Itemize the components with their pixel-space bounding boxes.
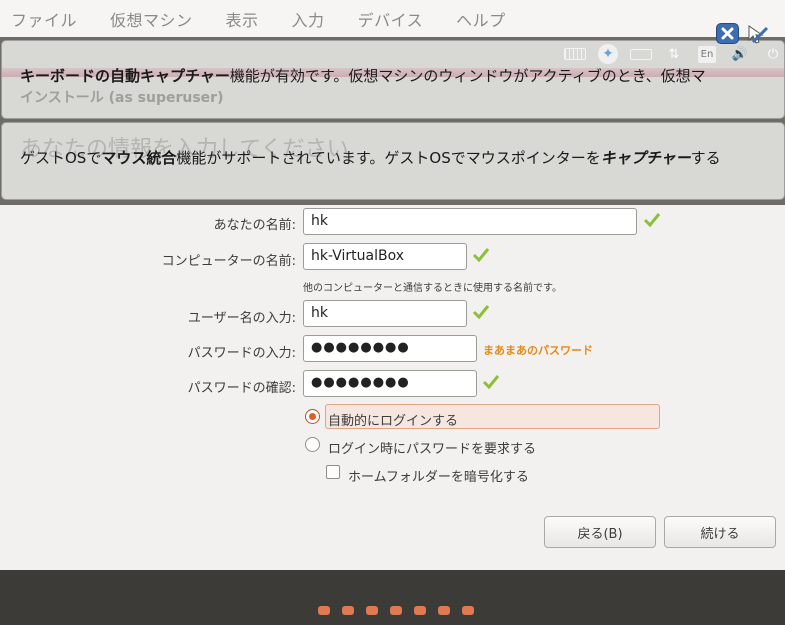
confirm-valid-check-icon (482, 375, 500, 390)
pointer-icon (748, 25, 769, 44)
continue-button[interactable]: 続ける (664, 516, 776, 548)
computer-name-hint: 他のコンピューターと通信するときに使用する名前です。 (303, 283, 562, 294)
progress-dot (390, 606, 402, 615)
installer-footer (0, 570, 785, 625)
username-valid-check-icon (472, 305, 490, 320)
computer-name-label: コンピューターの名前: (161, 254, 296, 269)
progress-dot (462, 606, 474, 615)
menu-machine[interactable]: 仮想マシン (110, 7, 193, 31)
menu-file[interactable]: ファイル (11, 7, 77, 31)
autologin-radio[interactable] (305, 409, 320, 424)
require-password-label[interactable]: ログイン時にパスワードを要求する (328, 438, 536, 457)
keyboard-icon[interactable] (564, 45, 586, 63)
system-tray: ✦ ⇅ En 🔊 ⏻ (553, 43, 784, 65)
battery-icon[interactable] (630, 45, 652, 63)
password-input[interactable]: ●●●●●●●● (303, 335, 477, 362)
require-password-radio[interactable] (305, 437, 320, 452)
pin-banner-button[interactable] (745, 22, 771, 46)
language-indicator[interactable]: En (696, 45, 718, 63)
confirm-password-label: パスワードの確認: (187, 381, 296, 396)
underlying-title: インストール (as superuser) (20, 90, 224, 106)
progress-dot (414, 606, 426, 615)
computer-name-valid-check-icon (472, 248, 490, 263)
vbox-menubar: ファイル 仮想マシン 表示 入力 デバイス ヘルプ (0, 0, 785, 37)
keyboard-capture-message: キーボードの自動キャプチャー機能が有効です。仮想マシンのウィンドウがアクティブの… (20, 67, 706, 85)
menu-input[interactable]: 入力 (292, 7, 325, 31)
network-icon[interactable]: ⇅ (663, 45, 685, 63)
menu-help[interactable]: ヘルプ (456, 7, 506, 31)
mouse-integration-message: ゲストOSでマウス統合機能がサポートされています。ゲストOSでマウスポインターを… (20, 149, 721, 167)
name-input[interactable]: hk (303, 208, 637, 235)
name-valid-check-icon (643, 213, 661, 228)
progress-dot (342, 606, 354, 615)
keyboard-capture-banner: ✦ ⇅ En 🔊 ⏻ インストール (as superuser) キーボードの自… (1, 40, 785, 119)
encrypt-home-checkbox[interactable] (326, 465, 340, 479)
menu-devices[interactable]: デバイス (358, 7, 424, 31)
username-label: ユーザー名の入力: (187, 311, 296, 326)
password-strength-indicator: まあまあのパスワード (483, 344, 593, 357)
progress-dot (438, 606, 450, 615)
step-progress (318, 606, 486, 615)
back-button[interactable]: 戻る(B) (544, 516, 656, 548)
mouse-integration-banner: あなたの情報を入力してください ゲストOSでマウス統合機能がサポートされています… (1, 122, 785, 200)
username-input[interactable]: hk (303, 300, 467, 327)
close-icon (721, 27, 734, 40)
progress-dot (366, 606, 378, 615)
encrypt-home-label[interactable]: ホームフォルダーを暗号化する (348, 466, 529, 485)
computer-name-input[interactable]: hk-VirtualBox (303, 243, 467, 270)
menu-view[interactable]: 表示 (226, 7, 259, 31)
autologin-label[interactable]: 自動的にログインする (328, 410, 458, 429)
close-banner-button[interactable] (716, 23, 739, 44)
progress-dot (318, 606, 330, 615)
password-label: パスワードの入力: (187, 346, 296, 361)
accessibility-icon[interactable]: ✦ (597, 44, 619, 64)
volume-icon[interactable]: 🔊 (729, 45, 751, 63)
power-icon[interactable]: ⏻ (762, 45, 784, 63)
name-label: あなたの名前: (213, 218, 296, 233)
confirm-password-input[interactable]: ●●●●●●●● (303, 370, 477, 397)
